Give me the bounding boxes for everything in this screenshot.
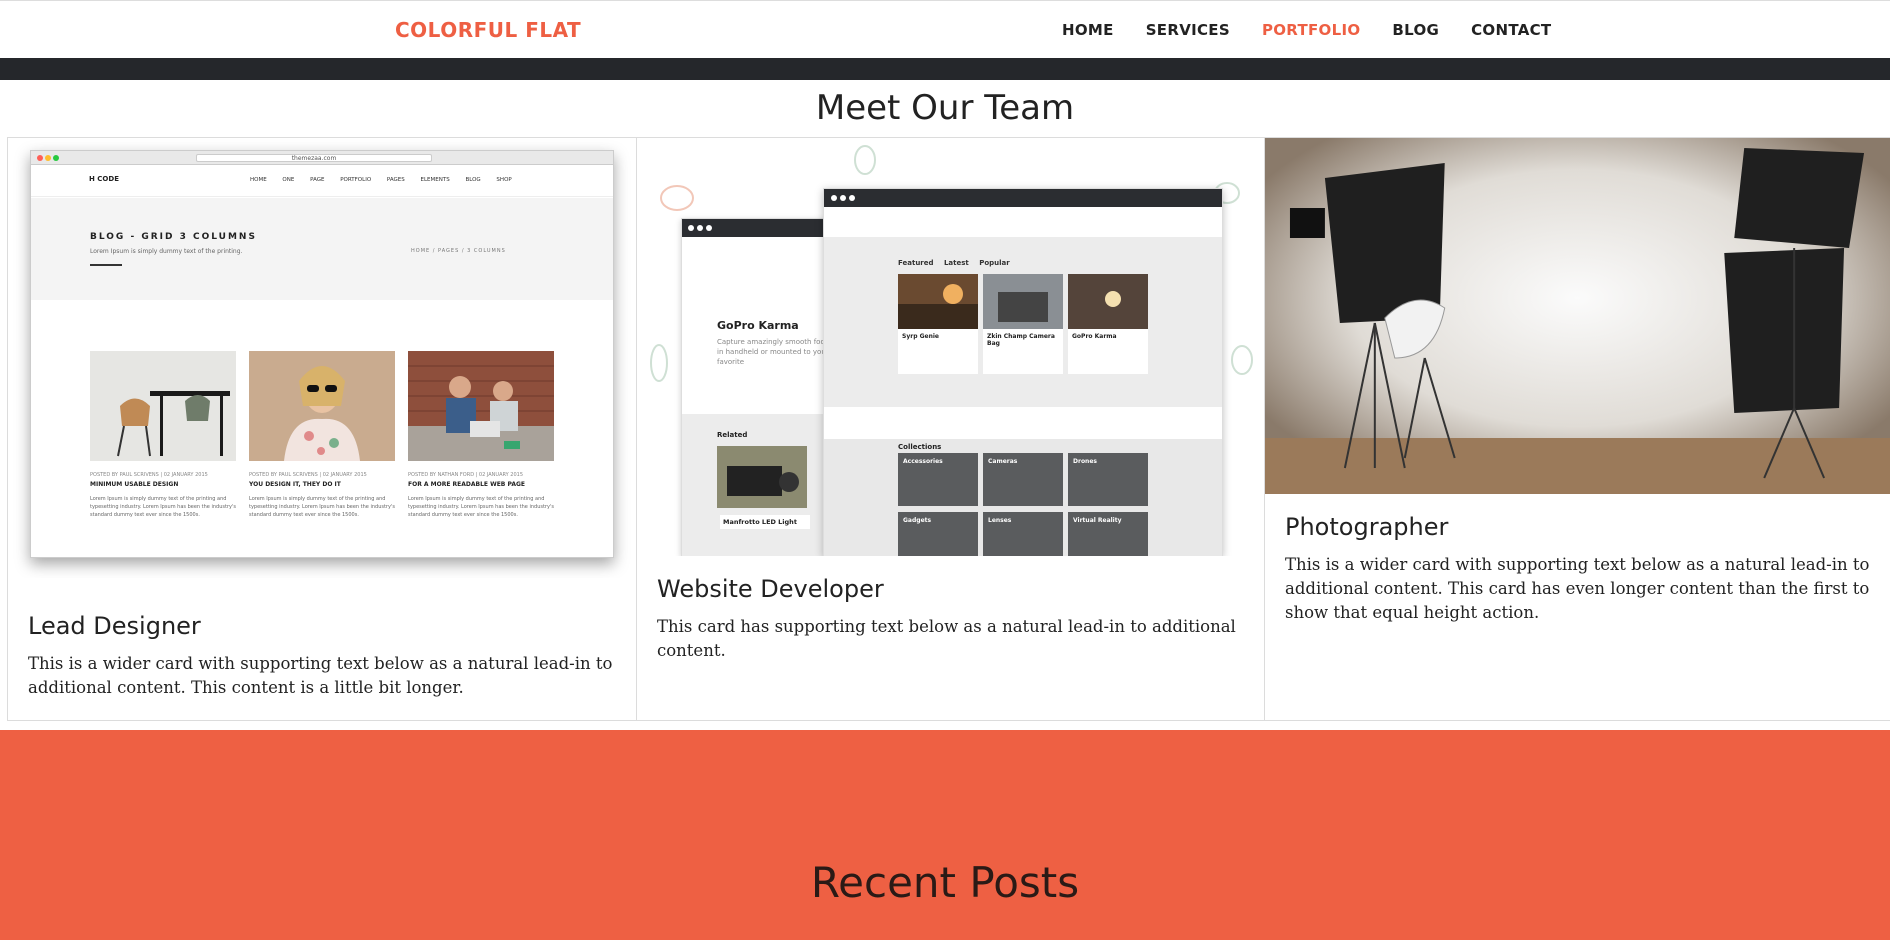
main-nav: HOME SERVICES PORTFOLIO BLOG CONTACT (1062, 21, 1583, 39)
mock-hero-title: BLOG - GRID 3 COLUMNS (90, 232, 257, 242)
team-section-title: Meet Our Team (815, 88, 1075, 128)
team-card-lead-designer: themezaa.com H CODE HOME ONE PAGE PORTFO… (8, 138, 637, 720)
mock-site-menu: HOME ONE PAGE PORTFOLIO PAGES ELEMENTS B… (250, 177, 512, 183)
nav-item-services[interactable]: SERVICES (1146, 21, 1230, 39)
fashion-photo (249, 351, 395, 461)
team-card-group: themezaa.com H CODE HOME ONE PAGE PORTFO… (7, 137, 1890, 721)
mock-post-1: POSTED BY PAUL SCRIVENS | 02 JANUARY 201… (90, 472, 236, 518)
thumb-mountain-photo (898, 274, 978, 330)
nav-item-blog[interactable]: BLOG (1392, 21, 1439, 39)
chair-photo (90, 351, 236, 461)
couple-photo (408, 351, 554, 461)
mock-hero-subtitle: Lorem Ipsum is simply dummy text of the … (90, 248, 243, 255)
card-text: This card has supporting text below as a… (657, 617, 1236, 660)
recent-posts-title: Recent Posts (810, 858, 1080, 907)
mock-hero: BLOG - GRID 3 COLUMNS Lorem Ipsum is sim… (31, 198, 613, 300)
card-title: Website Developer (657, 575, 884, 603)
mock-collections: Collections Accessories Cameras Drones G… (824, 439, 1222, 556)
browser-toolbar: themezaa.com (31, 151, 613, 165)
card-text: This is a wider card with supporting tex… (28, 654, 613, 697)
mock-related-label: Related (717, 431, 748, 439)
thumb-caption: Syrp Genie (898, 329, 978, 374)
photo-studio-image (1265, 138, 1890, 494)
mock-post-2: POSTED BY PAUL SCRIVENS | 02 JANUARY 201… (249, 472, 395, 518)
mock-related-item: Manfrotto LED Light (720, 515, 810, 529)
navbar: COLORFUL FLAT HOME SERVICES PORTFOLIO BL… (0, 0, 1890, 58)
mock-site-logo: H CODE (89, 175, 119, 183)
card-title: Lead Designer (28, 612, 201, 640)
thumb-drone-photo (1068, 274, 1148, 330)
nav-item-portfolio[interactable]: PORTFOLIO (1262, 21, 1360, 39)
card-image-app-mockup: GoPro Karma Capture amazingly smooth foo… (637, 138, 1264, 556)
mock-product-name: GoPro Karma (717, 319, 799, 332)
mock-breadcrumb: HOME / PAGES / 3 COLUMNS (411, 248, 506, 254)
mock-tabs: Featured Latest Popular (898, 259, 1010, 267)
mock-site-header: H CODE HOME ONE PAGE PORTFOLIO PAGES ELE… (31, 165, 613, 197)
team-card-website-developer: GoPro Karma Capture amazingly smooth foo… (637, 138, 1265, 720)
thumb-camera-bag-photo (983, 274, 1063, 330)
thumb-caption: GoPro Karma (1068, 329, 1148, 374)
card-text: This is a wider card with supporting tex… (1285, 555, 1870, 622)
blog-template-screenshot: themezaa.com H CODE HOME ONE PAGE PORTFO… (30, 150, 614, 558)
card-title: Photographer (1285, 513, 1449, 541)
card-image-blog-mockup: themezaa.com H CODE HOME ONE PAGE PORTFO… (8, 138, 636, 578)
recent-posts-section: Recent Posts (0, 730, 1890, 940)
thumb-caption: Zkin Champ Camera Bag (983, 329, 1063, 374)
nav-item-home[interactable]: HOME (1062, 21, 1114, 39)
mock-gallery-window: Featured Latest Popular Syrp Genie Zkin … (823, 188, 1223, 556)
url-bar: themezaa.com (196, 154, 432, 162)
dark-banner-strip (0, 58, 1890, 80)
brand-logo[interactable]: COLORFUL FLAT (395, 18, 581, 42)
led-light-photo (717, 446, 807, 508)
team-card-photographer: Photographer This is a wider card with s… (1265, 138, 1890, 720)
nav-item-contact[interactable]: CONTACT (1471, 21, 1551, 39)
mock-post-3: POSTED BY NATHAN FORD | 02 JANUARY 2015 … (408, 472, 554, 518)
